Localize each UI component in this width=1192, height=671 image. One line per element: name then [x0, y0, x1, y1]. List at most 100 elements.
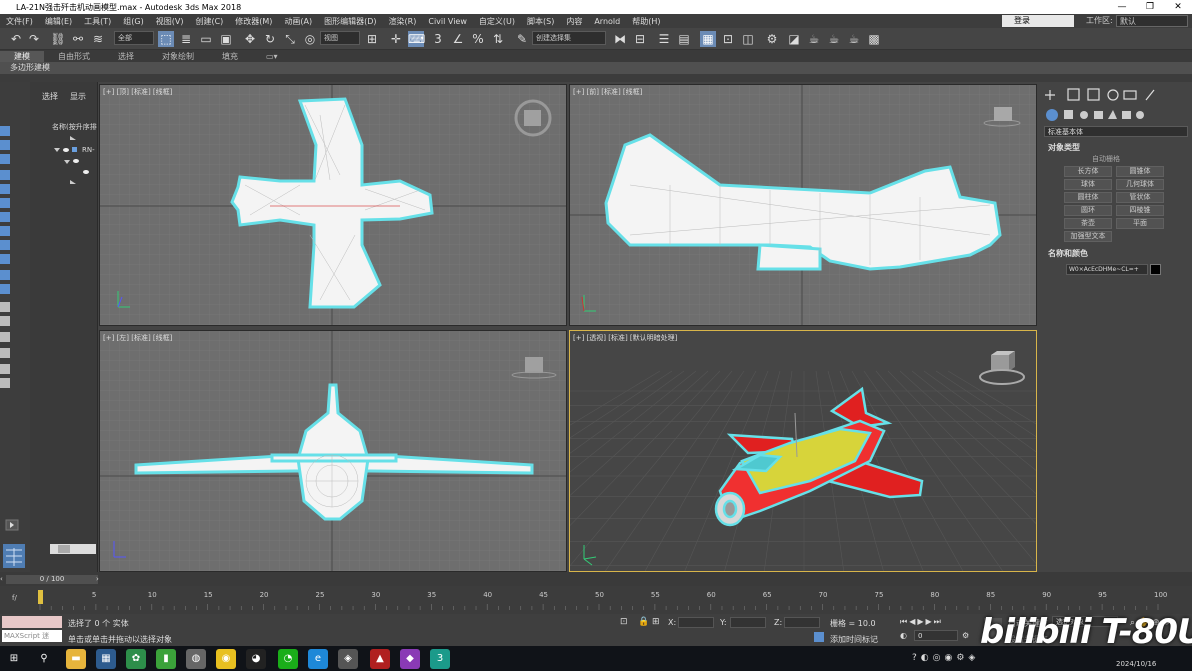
close-icon[interactable]: ✕ — [1164, 2, 1192, 12]
time-config-icon[interactable]: ⚙ — [962, 631, 969, 640]
app-icon-8[interactable]: ◆ — [400, 649, 420, 669]
create-geosphere-button[interactable]: 几何球体 — [1116, 179, 1164, 190]
selection-filter-dropdown[interactable]: 全部 — [114, 31, 154, 45]
viewport-front-label[interactable]: [+] [前] [标准] [线框] — [573, 87, 642, 97]
render-production-icon[interactable]: ☕ — [806, 31, 822, 47]
app-icon-7[interactable]: ▲ — [370, 649, 390, 669]
app-icon-3[interactable]: ▮ — [156, 649, 176, 669]
rotate-icon[interactable]: ↻ — [262, 31, 278, 47]
windows-start-icon[interactable]: ⊞ — [4, 649, 24, 669]
system-tray-icons[interactable]: ?◐◎◉⚙◈ — [912, 653, 979, 663]
search-icon[interactable]: ⚲ — [34, 649, 54, 669]
wechat-icon[interactable]: ◔ — [278, 649, 298, 669]
move-icon[interactable]: ✥ — [242, 31, 258, 47]
render-setup-icon[interactable]: ⚙ — [764, 31, 780, 47]
viewport-perspective-label[interactable]: [+] [透视] [标准] [默认明暗处理] — [573, 333, 677, 343]
app-icon-5[interactable]: ◉ — [216, 649, 236, 669]
slider-prev-icon[interactable]: ‹ — [0, 575, 3, 583]
qq-icon[interactable]: ◕ — [246, 649, 266, 669]
time-tag-icon[interactable] — [814, 632, 824, 642]
isolate-selection-icon[interactable]: ⊡ — [620, 617, 628, 627]
bind-space-warp-icon[interactable]: ≋ — [90, 31, 106, 47]
named-selection-sets-dropdown[interactable]: 创建选择集 — [532, 31, 606, 45]
app-icon-4[interactable]: ◍ — [186, 649, 206, 669]
create-tube-button[interactable]: 管状体 — [1116, 192, 1164, 203]
menu-graph-editors[interactable]: 图形编辑器(D) — [318, 16, 382, 27]
menu-customize[interactable]: 自定义(U) — [473, 16, 521, 27]
minimize-icon[interactable]: — — [1108, 2, 1136, 12]
ribbon-subtab[interactable]: 多边形建模 — [0, 62, 1192, 74]
reference-coord-dropdown[interactable]: 视图 — [320, 31, 360, 45]
keyboard-shortcut-override-icon[interactable]: ⌨ — [408, 31, 425, 47]
undo-icon[interactable]: ↶ — [8, 31, 24, 47]
object-category-dropdown[interactable]: 标准基本体 — [1044, 126, 1188, 137]
ribbon-tab-populate[interactable]: 填充 — [208, 51, 252, 62]
percent-snap-icon[interactable]: % — [470, 31, 486, 47]
create-cone-button[interactable]: 圆锥体 — [1116, 166, 1164, 177]
select-object-icon[interactable]: ⬚ — [158, 31, 174, 47]
rect-selection-icon[interactable]: ▭ — [198, 31, 214, 47]
spinner-snap-icon[interactable]: ⇅ — [490, 31, 506, 47]
create-box-button[interactable]: 长方体 — [1064, 166, 1112, 177]
maximize-icon[interactable]: ❐ — [1136, 2, 1164, 12]
selection-lock-icon[interactable]: 🔒 — [638, 617, 649, 627]
window-crossing-icon[interactable]: ▣ — [218, 31, 234, 47]
viewport-left-label[interactable]: [+] [左] [标准] [线框] — [103, 333, 172, 343]
mirror-icon[interactable]: ⧓ — [612, 31, 628, 47]
edit-named-sets-icon[interactable]: ✎ — [514, 31, 530, 47]
current-frame-field[interactable]: 0 — [914, 630, 958, 641]
viewport-front[interactable]: [+] [前] [标准] [线框] — [569, 84, 1037, 326]
explorer-tool-icons[interactable] — [0, 82, 30, 572]
edge-icon[interactable]: e — [308, 649, 328, 669]
create-pyramid-button[interactable]: 四棱锥 — [1116, 205, 1164, 216]
scale-icon[interactable]: ⤡ — [282, 31, 298, 47]
app-icon-6[interactable]: ◈ — [338, 649, 358, 669]
create-cylinder-button[interactable]: 圆柱体 — [1064, 192, 1112, 203]
viewport-top[interactable]: [+] [顶] [标准] [线框] — [99, 84, 567, 326]
link-icon[interactable]: ⛓ — [50, 31, 66, 47]
snaps-toggle-icon[interactable]: 3 — [430, 31, 446, 47]
place-icon[interactable]: ◎ — [302, 31, 318, 47]
menu-file[interactable]: 文件(F) — [0, 16, 39, 27]
layer-explorer-icon[interactable]: ☰ — [656, 31, 672, 47]
file-explorer-icon[interactable]: ▬ — [66, 649, 86, 669]
render-in-cloud-icon[interactable]: ▩ — [866, 31, 882, 47]
select-manipulate-icon[interactable]: ✛ — [388, 31, 404, 47]
key-mode-icon[interactable]: ◐ — [900, 631, 907, 640]
menu-tools[interactable]: 工具(T) — [78, 16, 117, 27]
render-frame-icon[interactable]: ◪ — [786, 31, 802, 47]
viewport-left[interactable]: [+] [左] [标准] [线框] — [99, 330, 567, 572]
curve-editor-icon[interactable]: ▦ — [700, 31, 716, 47]
menu-edit[interactable]: 编辑(E) — [39, 16, 78, 27]
app-icon-2[interactable]: ✿ — [126, 649, 146, 669]
login-dropdown[interactable]: 登录 — [1002, 15, 1074, 27]
ribbon-tab-modeling[interactable]: 建模 — [0, 50, 44, 62]
unlink-icon[interactable]: ⚯ — [70, 31, 86, 47]
render-iterative-icon[interactable]: ☕ — [826, 31, 842, 47]
maxscript-listener-top[interactable] — [2, 616, 62, 628]
redo-icon[interactable]: ↷ — [26, 31, 42, 47]
create-teapot-button[interactable]: 茶壶 — [1064, 218, 1112, 229]
render-activeshade-icon[interactable]: ☕ — [846, 31, 862, 47]
app-icon-1[interactable]: ▦ — [96, 649, 116, 669]
ribbon-options-icon[interactable]: ▭▾ — [252, 52, 292, 61]
angle-snap-icon[interactable]: ∠ — [450, 31, 466, 47]
menu-animation[interactable]: 动画(A) — [278, 16, 318, 27]
material-editor-icon[interactable]: ◫ — [740, 31, 756, 47]
menu-create[interactable]: 创建(C) — [189, 16, 229, 27]
create-sphere-button[interactable]: 球体 — [1064, 179, 1112, 190]
slider-next-icon[interactable]: › — [96, 575, 99, 583]
menu-modifiers[interactable]: 修改器(M) — [229, 16, 278, 27]
pivot-icon[interactable]: ⊞ — [364, 31, 380, 47]
rollout-object-type[interactable]: 对象类型 — [1048, 142, 1080, 153]
3dsmax-taskbar-icon[interactable]: 3 — [430, 649, 450, 669]
viewport-perspective[interactable]: [+] [透视] [标准] [默认明暗处理] — [569, 330, 1037, 572]
ribbon-tab-selection[interactable]: 选择 — [104, 51, 148, 62]
create-text-plus-button[interactable]: 加强型文本 — [1064, 231, 1112, 242]
object-name-field[interactable]: W0×AcEcDHMe~CL=+ — [1066, 264, 1148, 275]
create-torus-button[interactable]: 圆环 — [1064, 205, 1112, 216]
toggle-ribbon-icon[interactable]: ▤ — [676, 31, 692, 47]
create-plane-button[interactable]: 平面 — [1116, 218, 1164, 229]
frame-counter[interactable]: 0 / 100 — [6, 575, 98, 584]
menu-views[interactable]: 视图(V) — [150, 16, 190, 27]
